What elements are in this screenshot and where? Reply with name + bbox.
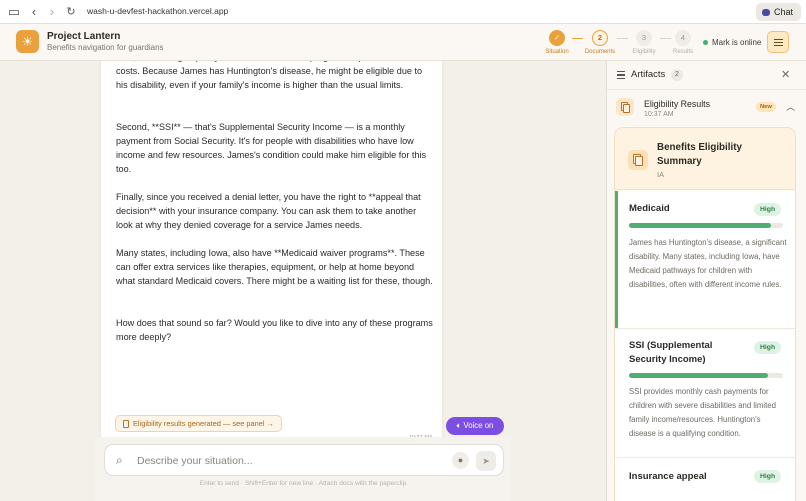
likelihood-bar — [629, 223, 783, 228]
message-input[interactable] — [137, 450, 437, 472]
step-connector — [572, 38, 583, 39]
step-label: Eligibility — [632, 49, 656, 55]
program-description: James has Huntington's disease, a signif… — [629, 238, 787, 289]
menu-icon — [774, 39, 783, 41]
likelihood-bar-fill — [629, 373, 768, 378]
reload-icon[interactable]: ↻ — [63, 4, 79, 20]
step-label: Documents — [584, 49, 616, 55]
message-paragraph: Many states, including Iowa, also have *… — [116, 248, 433, 286]
step-label: Results — [672, 49, 693, 55]
message-paragraph: Second, **SSI** — that's Supplemental Se… — [116, 122, 427, 174]
step-connector — [617, 38, 628, 39]
step-check-icon: ✓ — [549, 30, 565, 46]
summary-title: Benefits Eligibility Summary — [657, 142, 742, 167]
document-icon — [123, 419, 129, 428]
forward-icon[interactable]: › — [44, 4, 60, 20]
new-badge: New — [756, 102, 776, 112]
chat-bubble-icon — [761, 8, 770, 16]
close-icon[interactable]: ✕ — [781, 68, 790, 81]
composer-hint: Enter to send · Shift+Enter for new line… — [199, 480, 407, 487]
likelihood-badge: High — [754, 203, 782, 216]
likelihood-badge: High — [754, 470, 782, 483]
artifact-item[interactable]: Eligibility Results 10:37 AM New ︿ — [607, 91, 806, 123]
artifacts-panel: Artifacts 2 ✕ Eligibility Results 10:37 … — [606, 61, 806, 501]
voice-toggle-label: Voice on — [463, 421, 494, 430]
address-bar[interactable]: wash-u-devfest-hackathon.vercel.app — [87, 6, 228, 16]
likelihood-bar — [629, 373, 783, 378]
likelihood-badge: High — [754, 341, 782, 354]
list-icon — [617, 71, 625, 81]
chat-button[interactable]: Chat — [755, 3, 801, 21]
step-number: 2 — [592, 30, 608, 46]
lantern-logo-icon: ☀ — [16, 30, 39, 53]
eligibility-results-link-text: Eligibility results generated — see pane… — [133, 418, 274, 428]
back-icon[interactable]: ‹ — [26, 4, 42, 20]
sidebar-toggle-icon[interactable]: ▭ — [6, 4, 22, 20]
artifacts-count: 2 — [671, 69, 683, 81]
document-icon — [628, 150, 648, 170]
likelihood-bar-fill — [629, 223, 771, 228]
browser-toolbar: ▭ ‹ › ↻ wash-u-devfest-hackathon.vercel.… — [0, 0, 806, 24]
artifacts-header: Artifacts 2 ✕ — [607, 61, 806, 90]
step-documents[interactable]: 2 Documents — [584, 30, 616, 55]
artifact-title: Eligibility Results — [644, 99, 710, 109]
program-name: Medicaid — [629, 203, 670, 214]
step-results[interactable]: 4 Results — [667, 30, 699, 55]
online-status-text: Mark is online — [712, 38, 762, 47]
artifact-time: 10:37 AM — [644, 111, 674, 118]
voice-toggle-button[interactable]: 🔈︎ Voice on — [446, 417, 504, 435]
message-paragraph: First, James might qualify for **Medicai… — [116, 61, 427, 90]
eligibility-results-link[interactable]: Eligibility results generated — see pane… — [115, 415, 282, 432]
program-ssi: SSI (Supplemental Security Income) High … — [615, 329, 795, 457]
chat-area: First, James might qualify for **Medicai… — [0, 61, 606, 501]
artifacts-title: Artifacts — [631, 69, 666, 80]
menu-button[interactable] — [767, 31, 789, 53]
eligibility-summary-card: Benefits Eligibility Summary IA Medicaid… — [614, 127, 796, 501]
document-icon — [616, 98, 634, 116]
app-title: Project Lantern — [47, 31, 121, 42]
step-number: 3 — [636, 30, 652, 46]
chat-button-label: Chat — [773, 7, 793, 17]
app-header: ☀ Project Lantern Benefits navigation fo… — [0, 24, 806, 61]
chevron-up-icon[interactable]: ︿ — [786, 100, 795, 113]
assistant-message: First, James might qualify for **Medicai… — [101, 61, 442, 450]
summary-state: IA — [657, 170, 665, 179]
online-status: Mark is online — [703, 38, 761, 47]
message-composer: ⌕ ● ➤ — [104, 444, 504, 476]
app-subtitle: Benefits navigation for guardians — [47, 43, 164, 52]
program-medicaid: Medicaid High James has Huntington's dis… — [615, 191, 795, 328]
program-insurance-appeal: Insurance appeal High — [615, 458, 795, 501]
step-situation[interactable]: ✓ Situation — [541, 30, 573, 55]
step-number: 4 — [675, 30, 691, 46]
step-label: Situation — [545, 49, 569, 55]
program-name: SSI (Supplemental Security Income) — [629, 340, 713, 365]
paperclip-icon[interactable]: ⌕ — [116, 453, 123, 468]
program-name: Insurance appeal — [629, 471, 707, 482]
microphone-icon[interactable]: ● — [452, 452, 469, 469]
step-eligibility[interactable]: 3 Eligibility — [628, 30, 660, 55]
send-button[interactable]: ➤ — [476, 451, 496, 471]
online-dot-icon — [703, 40, 708, 45]
message-paragraph: Finally, since you received a denial let… — [116, 192, 421, 230]
program-description: SSI provides monthly cash payments for c… — [629, 387, 776, 438]
message-paragraph: How does that sound so far? Would you li… — [116, 318, 433, 342]
summary-header: Benefits Eligibility Summary IA — [615, 128, 795, 190]
